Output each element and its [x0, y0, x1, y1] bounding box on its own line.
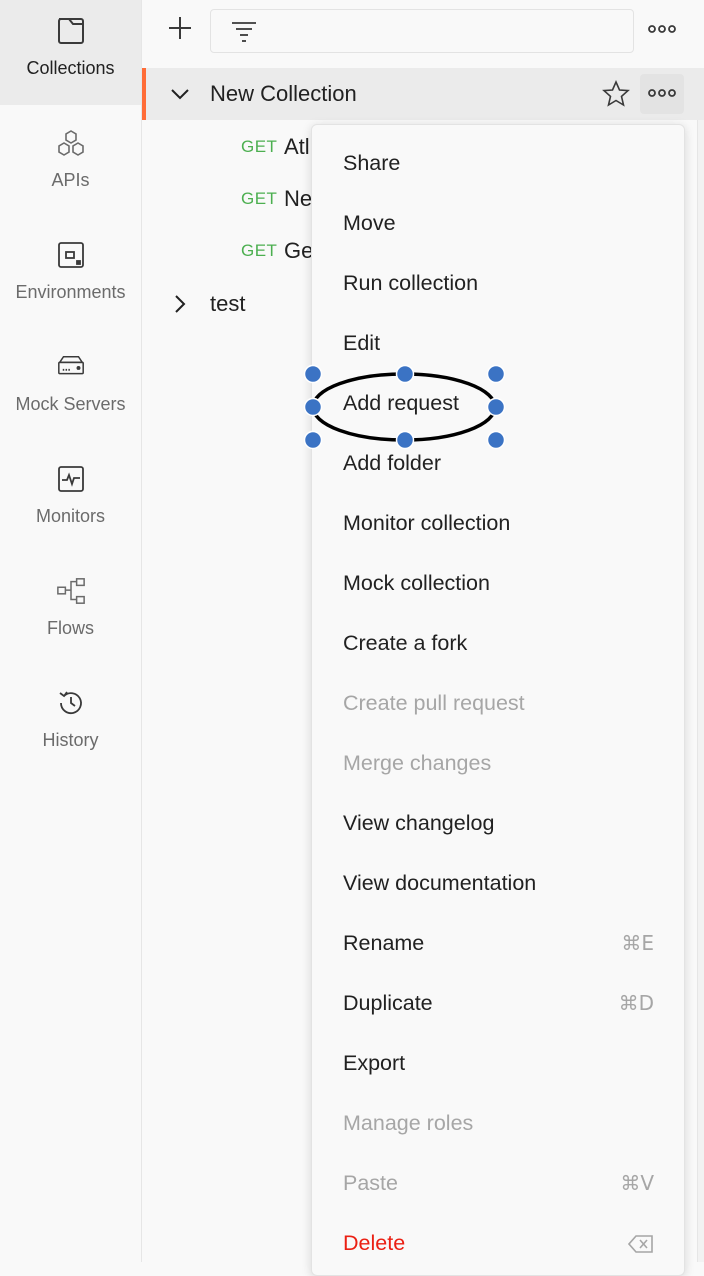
sidebar-item-label: APIs	[51, 170, 90, 190]
menu-item-delete[interactable]: Delete	[312, 1213, 684, 1273]
menu-item-label: Duplicate	[343, 990, 433, 1015]
chevron-down-icon[interactable]	[170, 84, 190, 104]
sidebar-item-label: Environments	[15, 282, 126, 302]
request-name: Ne	[284, 186, 313, 211]
new-button[interactable]	[164, 14, 196, 46]
environments-icon	[56, 240, 86, 270]
flows-icon	[56, 576, 86, 606]
request-method: GET	[241, 189, 278, 208]
menu-item-label: Run collection	[343, 270, 479, 295]
menu-item-label: Delete	[343, 1230, 406, 1255]
menu-item-label: Move	[343, 210, 396, 235]
sidebar-item-label: History	[42, 730, 99, 750]
sidebar-item-mock-servers[interactable]: Mock Servers	[0, 336, 141, 441]
menu-item-label: View changelog	[343, 810, 495, 835]
request-method: GET	[241, 137, 278, 156]
apis-icon	[56, 128, 86, 158]
menu-item-export[interactable]: Export	[312, 1033, 684, 1093]
sidebar: Collections APIs Environments Mock Serve…	[0, 0, 142, 1262]
menu-item-label: Manage roles	[343, 1110, 474, 1135]
shortcut-label: ⌘D	[618, 991, 654, 1015]
star-icon[interactable]	[602, 80, 630, 108]
sidebar-item-label: Collections	[26, 58, 115, 78]
menu-item-label: Add folder	[343, 450, 442, 475]
menu-item-monitor-collection[interactable]: Monitor collection	[312, 493, 684, 553]
menu-item-merge-changes: Merge changes	[312, 733, 684, 793]
menu-item-rename[interactable]: Rename ⌘E	[312, 913, 684, 973]
request-name: Atl	[284, 134, 310, 159]
menu-item-move[interactable]: Move	[312, 193, 684, 253]
more-actions-button[interactable]	[648, 18, 676, 42]
shortcut-label: ⌘E	[621, 931, 654, 955]
collections-icon	[56, 16, 86, 46]
collection-more-button[interactable]	[640, 74, 684, 114]
plus-icon	[168, 16, 192, 45]
sidebar-item-flows[interactable]: Flows	[0, 560, 141, 665]
menu-item-paste: Paste ⌘V	[312, 1153, 684, 1213]
menu-item-create-pull-request: Create pull request	[312, 673, 684, 733]
more-horizontal-icon	[648, 85, 676, 103]
filter-input[interactable]	[210, 9, 634, 53]
menu-item-add-request[interactable]: Add request	[312, 373, 684, 433]
collection-name: New Collection	[210, 81, 357, 106]
menu-item-label: Create a fork	[343, 630, 468, 655]
menu-item-label: Paste	[343, 1170, 398, 1195]
sidebar-item-label: Flows	[46, 618, 94, 638]
menu-item-label: Export	[343, 1050, 406, 1075]
chevron-right-icon[interactable]	[170, 294, 190, 314]
sidebar-item-collections[interactable]: Collections	[0, 0, 141, 105]
collection-context-menu: Share Move Run collection Edit Add reque…	[311, 124, 685, 1276]
monitors-icon	[56, 464, 86, 494]
menu-item-label: Edit	[343, 330, 381, 355]
sidebar-item-label: Mock Servers	[15, 394, 126, 414]
collection-name: test	[210, 291, 246, 316]
sidebar-item-label: Monitors	[35, 506, 106, 526]
shortcut-label: ⌘V	[620, 1171, 654, 1195]
history-icon	[56, 688, 86, 718]
menu-item-run-collection[interactable]: Run collection	[312, 253, 684, 313]
menu-item-label: Share	[343, 150, 401, 175]
collections-toolbar	[142, 0, 704, 68]
collection-row[interactable]: New Collection	[142, 68, 704, 120]
request-method: GET	[241, 241, 278, 260]
sidebar-item-history[interactable]: History	[0, 672, 141, 777]
menu-item-share[interactable]: Share	[312, 133, 684, 193]
menu-item-view-documentation[interactable]: View documentation	[312, 853, 684, 913]
more-horizontal-icon	[648, 21, 676, 39]
menu-item-duplicate[interactable]: Duplicate ⌘D	[312, 973, 684, 1033]
menu-item-create-fork[interactable]: Create a fork	[312, 613, 684, 673]
filter-icon[interactable]	[231, 19, 257, 48]
menu-item-label: Rename	[343, 930, 425, 955]
menu-item-mock-collection[interactable]: Mock collection	[312, 553, 684, 613]
menu-item-manage-roles: Manage roles	[312, 1093, 684, 1153]
menu-item-label: Mock collection	[343, 570, 490, 595]
menu-item-edit[interactable]: Edit	[312, 313, 684, 373]
menu-item-add-folder[interactable]: Add folder	[312, 433, 684, 493]
request-name: Ge	[284, 238, 314, 263]
menu-item-label: Create pull request	[343, 690, 525, 715]
menu-item-label: Monitor collection	[343, 510, 511, 535]
backspace-icon	[627, 1234, 654, 1258]
sidebar-item-monitors[interactable]: Monitors	[0, 448, 141, 553]
sidebar-item-apis[interactable]: APIs	[0, 112, 141, 217]
mock-servers-icon	[56, 352, 86, 382]
menu-item-label: Merge changes	[343, 750, 492, 775]
menu-item-label: Add request	[343, 390, 459, 415]
menu-item-label: View documentation	[343, 870, 537, 895]
menu-item-view-changelog[interactable]: View changelog	[312, 793, 684, 853]
sidebar-item-environments[interactable]: Environments	[0, 224, 141, 329]
